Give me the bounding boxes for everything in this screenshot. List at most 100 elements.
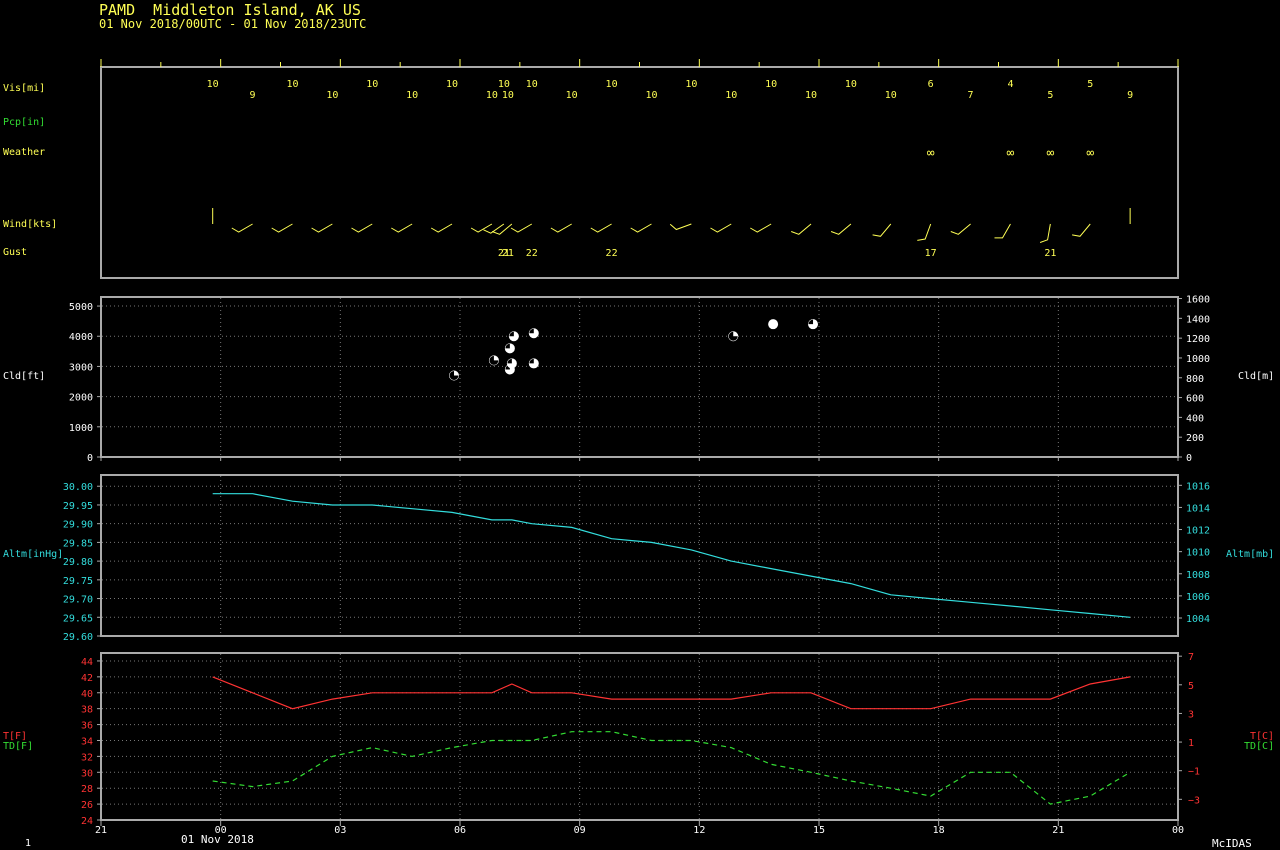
cloud-m-tick-label: 200 bbox=[1186, 433, 1204, 444]
temp-f-tick-label: 40 bbox=[81, 689, 93, 700]
vis-value: 10 bbox=[885, 90, 897, 101]
temp-f-tick-label: 34 bbox=[81, 736, 93, 747]
temp-c-tick-label: 7 bbox=[1188, 652, 1194, 663]
x-axis-tick-label: 00 bbox=[1172, 825, 1184, 836]
vis-value: 10 bbox=[446, 79, 458, 90]
panel-frame-0 bbox=[100, 66, 1179, 279]
temp-c-tick-label: −3 bbox=[1188, 795, 1200, 806]
wind-barb bbox=[391, 223, 413, 233]
altm-mb-tick-label: 1006 bbox=[1186, 592, 1210, 603]
temp-c-tick-label: −1 bbox=[1188, 767, 1200, 778]
vis-value: 10 bbox=[606, 79, 618, 90]
wind-barb bbox=[510, 223, 533, 233]
wind-barb bbox=[630, 223, 652, 233]
wind-barb bbox=[750, 223, 772, 233]
weather-symbol: ∞ bbox=[1046, 146, 1054, 161]
vis-value: 9 bbox=[1127, 90, 1133, 101]
wind-barb bbox=[311, 223, 333, 233]
x-axis-tick-label: 09 bbox=[574, 825, 586, 836]
vis-value: 10 bbox=[207, 79, 219, 90]
cloud-m-tick-label: 1000 bbox=[1186, 354, 1210, 365]
footer-date: 01 Nov 2018 bbox=[181, 833, 254, 846]
mcidas-brand: McIDAS bbox=[1212, 837, 1252, 850]
wind-barb bbox=[351, 223, 373, 233]
wind-barb bbox=[994, 223, 1011, 239]
altm-inhg-tick-label: 29.70 bbox=[63, 595, 93, 606]
wind-barb bbox=[830, 223, 852, 235]
altm-mb-tick-label: 1012 bbox=[1186, 526, 1210, 537]
cloud-cover-fill bbox=[529, 358, 534, 364]
vis-value: 10 bbox=[498, 79, 510, 90]
gust-value: 22 bbox=[526, 248, 538, 259]
temp-f-tick-label: 36 bbox=[81, 721, 93, 732]
cloud-ft-tick-label: 3000 bbox=[69, 362, 93, 373]
temp-c-tick-label: 3 bbox=[1188, 709, 1194, 720]
altm-inhg-tick-label: 29.90 bbox=[63, 520, 93, 531]
altm-inhg-tick-label: 29.95 bbox=[63, 501, 93, 512]
altm-inhg-tick-label: 29.65 bbox=[63, 613, 93, 624]
temp-f-tick-label: 26 bbox=[81, 800, 93, 811]
weather-symbol: ∞ bbox=[927, 146, 935, 161]
vis-value: 10 bbox=[845, 79, 857, 90]
vis-value: 10 bbox=[486, 90, 498, 101]
panel-frame-2 bbox=[100, 474, 1179, 637]
x-axis-tick-label: 15 bbox=[813, 825, 825, 836]
cloud-cover-fill bbox=[505, 343, 510, 349]
vis-value: 10 bbox=[502, 90, 514, 101]
temp-f-tick-label: 28 bbox=[81, 784, 93, 795]
wind-barb bbox=[231, 223, 253, 233]
wind-barb bbox=[669, 223, 692, 231]
temp-f-tick-label: 38 bbox=[81, 705, 93, 716]
altm-inhg-tick-label: 29.80 bbox=[63, 557, 93, 568]
wind-barb bbox=[791, 223, 812, 235]
gust-value: 17 bbox=[925, 248, 937, 259]
wind-barb bbox=[1072, 223, 1091, 237]
cloud-ft-tick-label: 4000 bbox=[69, 332, 93, 343]
wind-barb bbox=[271, 223, 293, 233]
wind-barb bbox=[917, 223, 932, 241]
vis-value: 10 bbox=[725, 90, 737, 101]
temp-f-tick-label: 44 bbox=[81, 657, 93, 668]
wind-barb bbox=[470, 223, 493, 233]
cloud-ft-tick-label: 2000 bbox=[69, 393, 93, 404]
vis-value: 10 bbox=[526, 79, 538, 90]
cloud-cover-fill bbox=[507, 358, 512, 364]
cloud-m-tick-label: 400 bbox=[1186, 413, 1204, 424]
vis-value: 10 bbox=[566, 90, 578, 101]
vis-value: 5 bbox=[1047, 90, 1053, 101]
cloud-m-tick-label: 1600 bbox=[1186, 295, 1210, 306]
panel-frame-1 bbox=[100, 296, 1179, 458]
vis-value: 10 bbox=[326, 90, 338, 101]
vis-value: 10 bbox=[645, 90, 657, 101]
x-axis-tick-label: 21 bbox=[95, 825, 107, 836]
temp-f-tick-label: 24 bbox=[81, 816, 93, 827]
gust-value: 21 bbox=[1044, 248, 1056, 259]
altm-inhg-tick-label: 29.85 bbox=[63, 538, 93, 549]
cloud-m-tick-label: 1400 bbox=[1186, 314, 1210, 325]
wind-barb bbox=[430, 223, 453, 233]
temp-f-tick-label: 30 bbox=[81, 768, 93, 779]
vis-value: 10 bbox=[805, 90, 817, 101]
cloud-ft-tick-label: 0 bbox=[87, 453, 93, 464]
altm-mb-tick-label: 1014 bbox=[1186, 503, 1210, 514]
cloud-cover-fill bbox=[808, 319, 814, 325]
temp-c-tick-label: 1 bbox=[1188, 738, 1194, 749]
wind-barb bbox=[1039, 223, 1051, 243]
weather-symbol: ∞ bbox=[1007, 146, 1015, 161]
x-axis-tick-label: 06 bbox=[454, 825, 466, 836]
cloud-m-tick-label: 0 bbox=[1186, 453, 1192, 464]
vis-value: 10 bbox=[366, 79, 378, 90]
wind-barb bbox=[550, 223, 572, 233]
vis-value: 10 bbox=[406, 90, 418, 101]
cloud-m-tick-label: 600 bbox=[1186, 394, 1204, 405]
vis-value: 6 bbox=[928, 79, 934, 90]
cloud-cover-marker bbox=[768, 319, 779, 330]
vis-value: 5 bbox=[1087, 79, 1093, 90]
cloud-ft-tick-label: 5000 bbox=[69, 302, 93, 313]
dewpoint-line bbox=[212, 731, 1131, 805]
vis-value: 4 bbox=[1007, 79, 1013, 90]
vis-value: 10 bbox=[685, 79, 697, 90]
temp-c-tick-label: 5 bbox=[1188, 681, 1194, 692]
cloud-cover-fill bbox=[529, 328, 534, 334]
cloud-ft-tick-label: 1000 bbox=[69, 423, 93, 434]
